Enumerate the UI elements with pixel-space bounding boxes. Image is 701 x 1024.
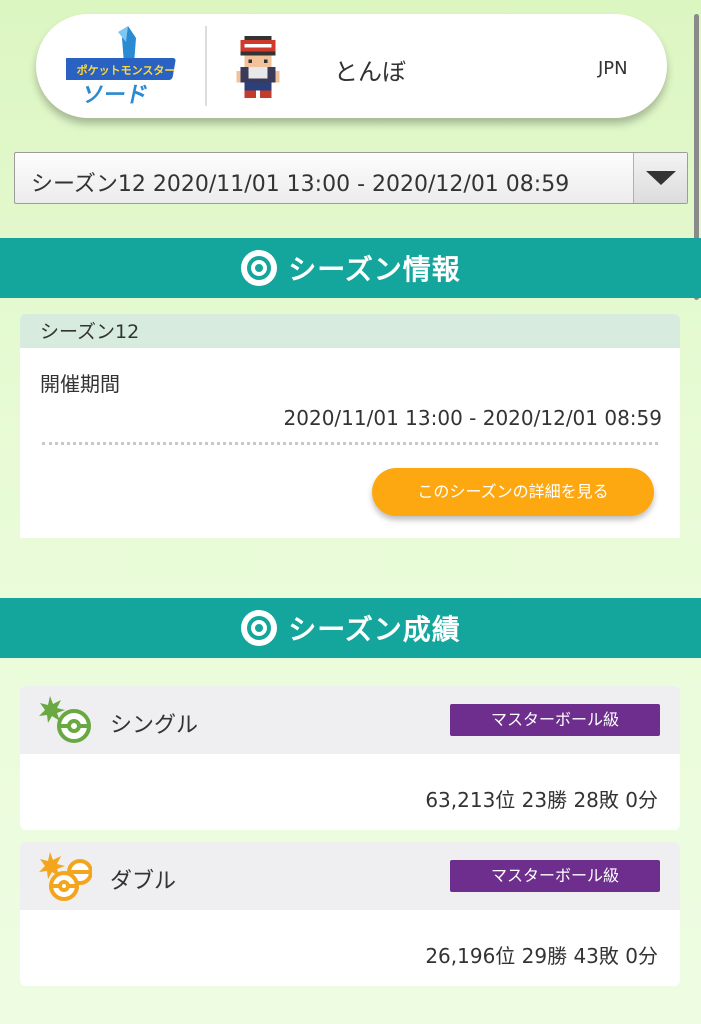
season-results-title: シーズン成績	[288, 613, 461, 646]
double-battle-icon	[39, 852, 92, 901]
poke-ball-icon	[241, 250, 278, 286]
season-select-toggle[interactable]	[633, 153, 687, 203]
page: ポケットモンスター ソード とんぼ JPN シーズン12 2020/11/01	[0, 0, 701, 1024]
trainer-name: とんぼ	[334, 58, 406, 86]
single-mode-label: シングル	[110, 713, 199, 738]
period-label: 開催期間	[40, 372, 120, 396]
dotted-divider	[42, 442, 658, 445]
double-result-head: ダブル マスターボール級	[20, 842, 680, 910]
double-record: 26,196位 29勝 43敗 0分	[425, 944, 658, 968]
svg-text:ソード: ソード	[79, 82, 150, 108]
logo-divider	[205, 26, 207, 106]
double-result-card[interactable]: ダブル マスターボール級 26,196位 29勝 43敗 0分	[20, 842, 680, 986]
single-rank-badge: マスターボール級	[450, 704, 660, 736]
pokemon-sword-logo: ポケットモンスター ソード	[66, 26, 176, 108]
single-record: 63,213位 23勝 28敗 0分	[425, 788, 658, 812]
single-battle-icon	[39, 696, 91, 743]
single-result-card[interactable]: シングル マスターボール級 63,213位 23勝 28敗 0分	[20, 686, 680, 830]
svg-text:ポケットモンスター: ポケットモンスター	[77, 63, 176, 77]
season-info-card: シーズン12 開催期間 2020/11/01 13:00 - 2020/12/0…	[20, 314, 680, 538]
season-detail-button[interactable]: このシーズンの詳細を見る	[372, 468, 654, 516]
single-result-head: シングル マスターボール級	[20, 686, 680, 754]
season-info-header: シーズン情報	[0, 238, 701, 298]
region-label: JPN	[598, 58, 628, 79]
period-value: 2020/11/01 13:00 - 2020/12/01 08:59	[283, 406, 662, 430]
double-mode-label: ダブル	[110, 869, 177, 894]
triangle-down-icon	[646, 171, 676, 185]
season-select-value: シーズン12 2020/11/01 13:00 - 2020/12/01 08:…	[31, 172, 570, 197]
season-info-title: シーズン情報	[288, 253, 461, 286]
profile-card: ポケットモンスター ソード とんぼ JPN	[36, 14, 667, 118]
double-rank-badge: マスターボール級	[450, 860, 660, 892]
season-select[interactable]: シーズン12 2020/11/01 13:00 - 2020/12/01 08:…	[14, 152, 688, 204]
poke-ball-icon	[241, 610, 278, 646]
season-results-header: シーズン成績	[0, 598, 701, 658]
season-label: シーズン12	[20, 314, 680, 348]
trainer-avatar	[236, 36, 280, 98]
